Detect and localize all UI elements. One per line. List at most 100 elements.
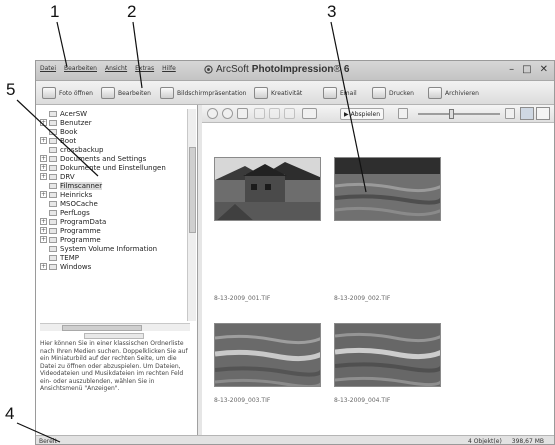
photo-thumbnail[interactable]: [334, 157, 441, 221]
small-thumbnail-icon[interactable]: [398, 108, 408, 119]
play-icon: ▶: [344, 110, 349, 118]
folder-icon: [49, 137, 57, 144]
detail-view-button[interactable]: [536, 107, 550, 120]
sort-dropdown-icon[interactable]: [302, 108, 317, 119]
folder-icon: [49, 182, 57, 189]
folder-tree-item[interactable]: + Documents and Settings: [40, 154, 190, 163]
folder-tree-item[interactable]: + Dokumente und Einstellungen: [40, 163, 190, 172]
zoom-slider-track[interactable]: [418, 113, 500, 115]
open-photo-button[interactable]: Foto öffnen: [42, 85, 93, 101]
callout-4: 4: [5, 404, 15, 423]
rotate-left-icon[interactable]: [254, 108, 265, 119]
archive-label: Archivieren: [445, 89, 479, 97]
folder-label: Benutzer: [60, 118, 92, 127]
thumbnail-card[interactable]: [334, 323, 441, 387]
scrollbar-thumb[interactable]: [62, 325, 142, 331]
email-icon: [323, 87, 337, 99]
expand-icon[interactable]: +: [40, 137, 47, 144]
zoom-slider-handle[interactable]: [449, 109, 454, 119]
folder-up-icon[interactable]: [237, 108, 248, 119]
app-brand: ArcSoft: [216, 64, 249, 75]
pane-splitter-handle[interactable]: [84, 333, 144, 339]
folder-tree-item[interactable]: Book: [40, 127, 190, 136]
callout-1: 1: [50, 2, 60, 21]
close-icon[interactable]: ✕: [540, 64, 548, 75]
menu-edit[interactable]: Bearbeiten: [64, 65, 97, 72]
folder-label: PerfLogs: [60, 208, 90, 217]
archive-icon: [428, 87, 442, 99]
folder-tree-item[interactable]: AcerSW: [40, 109, 190, 118]
folder-tree-item[interactable]: PerfLogs: [40, 208, 190, 217]
folder-label: crossbackup: [60, 145, 104, 154]
app-logo-icon: [204, 65, 213, 74]
folder-tree-item[interactable]: + Boot: [40, 136, 190, 145]
email-button[interactable]: Email: [323, 85, 357, 101]
thumbnail-card[interactable]: [334, 157, 441, 221]
folder-tree-item[interactable]: crossbackup: [40, 145, 190, 154]
menu-file[interactable]: Datei: [40, 65, 56, 72]
back-icon[interactable]: [207, 108, 218, 119]
status-bar: Bereit 4 Objekt(e) 398,67 MB: [36, 435, 554, 444]
folder-tree-item[interactable]: MSOCache: [40, 199, 190, 208]
creative-button[interactable]: Kreativität: [254, 85, 302, 101]
photo-image: [335, 158, 440, 220]
callout-5: 5: [6, 80, 16, 99]
scrollbar-thumb[interactable]: [189, 147, 196, 233]
minimize-icon[interactable]: –: [509, 64, 514, 75]
folder-icon: [49, 128, 57, 135]
viewer-toolbar: ▶ Abspielen: [202, 105, 554, 123]
menu-view[interactable]: Ansicht: [105, 65, 127, 72]
menu-help[interactable]: Hilfe: [162, 65, 176, 72]
folder-tree-item[interactable]: + Heinricks: [40, 190, 190, 199]
folder-label: TEMP: [60, 253, 79, 262]
large-thumbnail-icon[interactable]: [505, 108, 515, 119]
play-button[interactable]: ▶ Abspielen: [340, 108, 384, 120]
photo-thumbnail[interactable]: [214, 323, 321, 387]
folder-label: Boot: [60, 136, 77, 145]
thumbnail-card[interactable]: [214, 157, 321, 221]
folder-tree-item[interactable]: + Windows: [40, 262, 190, 271]
folder-label: DRV: [60, 172, 75, 181]
email-label: Email: [340, 89, 357, 97]
thumbnail-card[interactable]: [214, 323, 321, 387]
expand-icon[interactable]: +: [40, 119, 47, 126]
folder-label: Programme: [60, 226, 101, 235]
forward-icon[interactable]: [222, 108, 233, 119]
folder-tree-item[interactable]: + Programme: [40, 226, 190, 235]
delete-icon[interactable]: [284, 108, 295, 119]
photo-thumbnail[interactable]: [334, 323, 441, 387]
folder-tree-item[interactable]: + Programme: [40, 235, 190, 244]
thumbnail-view-button[interactable]: [520, 107, 534, 120]
folder-tree-vertical-scrollbar[interactable]: [187, 109, 196, 321]
photo-image: [335, 324, 440, 386]
maximize-icon[interactable]: □: [522, 64, 531, 75]
expand-icon[interactable]: +: [40, 173, 47, 180]
expand-icon[interactable]: +: [40, 263, 47, 270]
folder-tree-item[interactable]: + ProgramData: [40, 217, 190, 226]
app-window: Datei Bearbeiten Ansicht Extras Hilfe Ar…: [35, 60, 555, 445]
rotate-right-icon[interactable]: [269, 108, 280, 119]
expand-icon[interactable]: +: [40, 236, 47, 243]
menu-tools[interactable]: Extras: [135, 65, 154, 72]
folder-tree-item[interactable]: + Benutzer: [40, 118, 190, 127]
folder-tree-item[interactable]: TEMP: [40, 253, 190, 262]
folder-tree-item[interactable]: System Volume Information: [40, 244, 190, 253]
expand-icon[interactable]: +: [40, 164, 47, 171]
folder-icon: [49, 119, 57, 126]
folder-tree: AcerSW + Benutzer Book + Boot crossbackup + Docu…: [40, 109, 190, 321]
folder-tree-item[interactable]: + DRV: [40, 172, 190, 181]
expand-icon[interactable]: +: [40, 218, 47, 225]
edit-button[interactable]: Bearbeiten: [101, 85, 151, 101]
expand-icon[interactable]: +: [40, 191, 47, 198]
folder-icon: [49, 173, 57, 180]
print-button[interactable]: Drucken: [372, 85, 414, 101]
expand-icon[interactable]: +: [40, 155, 47, 162]
photo-thumbnail[interactable]: [214, 157, 321, 221]
thumbnail-caption: 8-13-2009_002.TIF: [334, 295, 391, 302]
folder-tree-horizontal-scrollbar[interactable]: [40, 323, 190, 331]
folder-icon: [49, 263, 57, 270]
archive-button[interactable]: Archivieren: [428, 85, 479, 101]
folder-tree-item[interactable]: Filmscanner: [40, 181, 190, 190]
slideshow-button[interactable]: Bildschirmpräsentation: [160, 85, 246, 101]
expand-icon[interactable]: +: [40, 227, 47, 234]
